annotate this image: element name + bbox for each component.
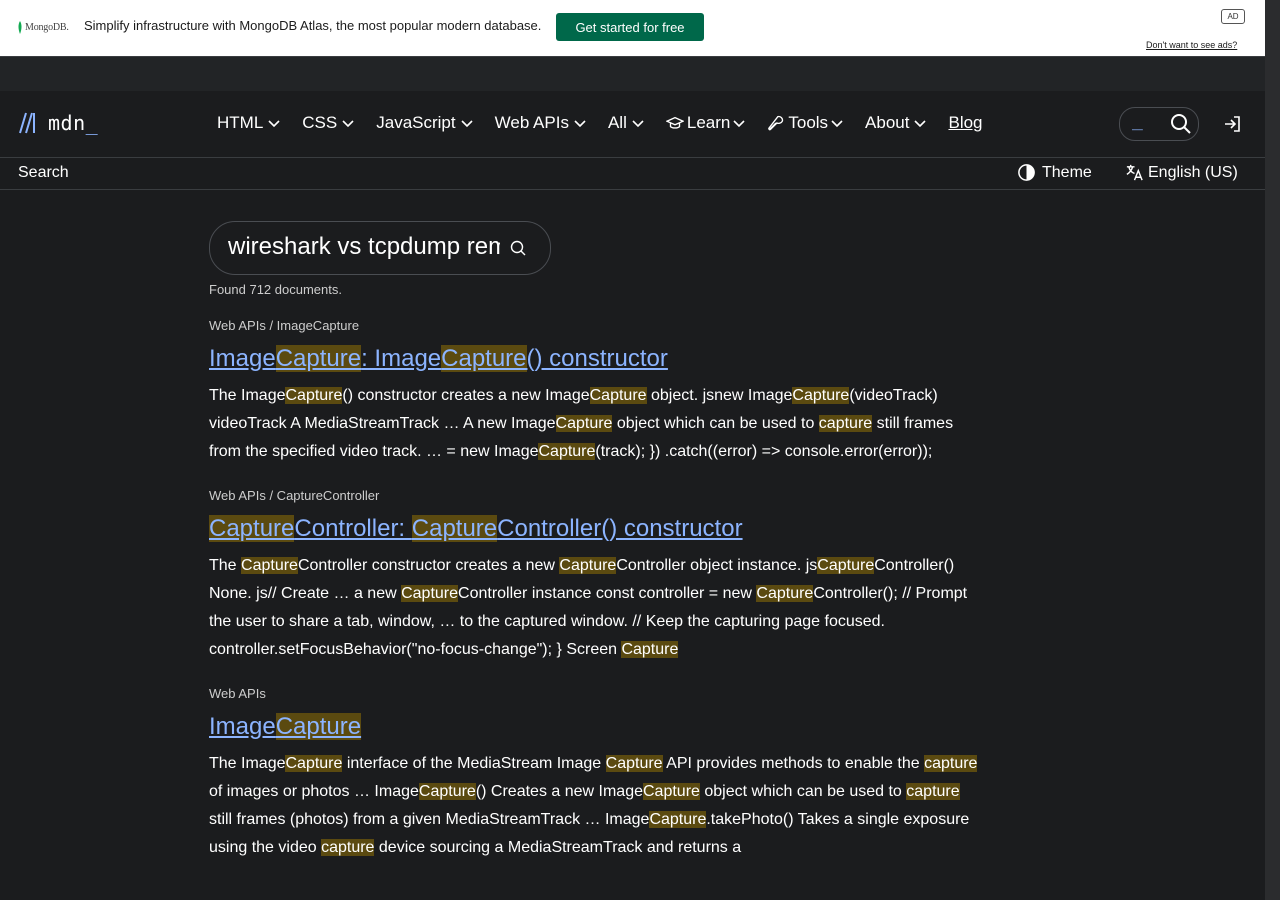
leaf-icon bbox=[18, 20, 22, 34]
highlight-term: Capture bbox=[285, 755, 343, 772]
language-label: English (US) bbox=[1148, 163, 1238, 181]
wrench-icon bbox=[768, 115, 784, 131]
mongodb-logo[interactable]: MongoDB. bbox=[17, 19, 69, 35]
search-form bbox=[209, 221, 551, 275]
chevron-down-icon bbox=[461, 120, 473, 128]
highlight-term: Capture bbox=[441, 345, 527, 372]
translate-icon bbox=[1126, 164, 1143, 181]
nav-web-apis-label: Web APIs bbox=[494, 113, 569, 132]
ad-badge: AD bbox=[1221, 9, 1245, 24]
chevron-down-icon bbox=[342, 120, 354, 128]
highlight-term: Capture bbox=[401, 585, 459, 602]
logo-text: mdn bbox=[48, 111, 86, 135]
search-results: Web APIs / ImageCapture ImageCapture: Im… bbox=[209, 318, 979, 884]
chevron-down-icon bbox=[831, 120, 843, 128]
ad-cta-button[interactable]: Get started for free bbox=[556, 13, 704, 41]
nav-blog-link[interactable]: Blog bbox=[948, 113, 982, 133]
highlight-term: Capture bbox=[817, 557, 875, 574]
nav-about-label: About bbox=[865, 113, 910, 132]
nav-html[interactable]: HTML bbox=[217, 113, 280, 133]
ad-optout-link[interactable]: Don't want to see ads? bbox=[1146, 40, 1237, 50]
chevron-down-icon bbox=[574, 120, 586, 128]
result-description: The ImageCapture() constructor creates a… bbox=[209, 387, 954, 460]
result-title-link[interactable]: CaptureController: CaptureController() c… bbox=[209, 514, 979, 544]
highlight-term: Capture bbox=[555, 415, 613, 432]
sub-navigation: Search Theme English (US) bbox=[0, 157, 1265, 190]
nav-javascript[interactable]: JavaScript bbox=[376, 113, 473, 133]
chevron-down-icon bbox=[733, 120, 745, 128]
main-nav: HTML CSS JavaScript Web APIs All Learn T… bbox=[217, 113, 983, 133]
nav-tools-label: Tools bbox=[788, 113, 829, 132]
result-breadcrumb: Web APIs / CaptureController bbox=[209, 488, 380, 503]
nav-all[interactable]: All bbox=[608, 113, 644, 133]
highlight-term: Capture bbox=[649, 811, 707, 828]
result-title-link[interactable]: ImageCapture: ImageCapture() constructor bbox=[209, 344, 979, 374]
ad-text: Simplify infrastructure with MongoDB Atl… bbox=[84, 18, 542, 33]
theme-button[interactable]: Theme bbox=[1017, 163, 1092, 182]
page-scrollbar[interactable] bbox=[1265, 0, 1280, 900]
nav-javascript-label: JavaScript bbox=[376, 113, 456, 132]
highlight-term: Capture bbox=[589, 387, 647, 404]
mdn-m-icon bbox=[19, 112, 35, 134]
login-icon[interactable] bbox=[1222, 114, 1242, 134]
highlight-term: Capture bbox=[792, 387, 850, 404]
chevron-down-icon bbox=[268, 120, 280, 128]
highlight-term: capture bbox=[906, 783, 960, 800]
highlight-term: Capture bbox=[621, 641, 679, 658]
ad-banner: MongoDB. Simplify infrastructure with Mo… bbox=[0, 0, 1265, 56]
search-input[interactable] bbox=[228, 232, 500, 262]
theme-label: Theme bbox=[1042, 163, 1092, 181]
highlight-term: Capture bbox=[209, 515, 295, 542]
result-breadcrumb: Web APIs bbox=[209, 686, 266, 701]
highlight-term: Capture bbox=[241, 557, 298, 574]
search-shortcut-hint: _ bbox=[1132, 110, 1143, 131]
nav-all-label: All bbox=[607, 113, 627, 132]
highlight-term: capture bbox=[818, 415, 873, 432]
highlight-term: Capture bbox=[538, 443, 596, 460]
language-button[interactable]: English (US) bbox=[1125, 163, 1238, 182]
search-result: Web APIs / CaptureController CaptureCont… bbox=[209, 488, 979, 664]
chevron-down-icon bbox=[632, 120, 644, 128]
result-title-link[interactable]: ImageCapture bbox=[209, 712, 979, 742]
results-count: Found 712 documents. bbox=[209, 282, 342, 297]
highlight-term: Capture bbox=[285, 387, 343, 404]
mdn-logo[interactable]: mdn_ bbox=[18, 111, 98, 135]
nav-html-label: HTML bbox=[217, 113, 264, 132]
nav-web-apis[interactable]: Web APIs bbox=[495, 113, 586, 133]
highlight-term: Capture bbox=[605, 755, 663, 772]
nav-about[interactable]: About bbox=[865, 113, 927, 133]
result-description: The CaptureController constructor create… bbox=[209, 557, 968, 658]
ad-brand: MongoDB. bbox=[25, 21, 69, 33]
nav-tools[interactable]: Tools bbox=[767, 113, 843, 133]
highlight-term: Capture bbox=[559, 557, 617, 574]
logo-cursor: _ bbox=[85, 111, 99, 135]
highlight-term: Capture bbox=[756, 585, 814, 602]
header-band bbox=[0, 56, 1265, 92]
nav-css[interactable]: CSS bbox=[302, 113, 354, 133]
nav-learn-label: Learn bbox=[686, 113, 731, 132]
breadcrumb: Search bbox=[18, 164, 69, 181]
nav-css-label: CSS bbox=[302, 113, 338, 132]
highlight-term: Capture bbox=[643, 783, 700, 800]
top-navigation: mdn_ HTML CSS JavaScript Web APIs All Le… bbox=[0, 91, 1265, 157]
result-breadcrumb: Web APIs / ImageCapture bbox=[209, 318, 360, 333]
result-description: The ImageCapture interface of the MediaS… bbox=[209, 755, 978, 856]
highlight-term: capture bbox=[924, 755, 978, 772]
search-icon bbox=[1171, 114, 1191, 134]
graduation-cap-icon bbox=[665, 116, 684, 129]
highlight-term: Capture bbox=[275, 345, 362, 372]
search-result: Web APIs / ImageCapture ImageCapture: Im… bbox=[209, 318, 979, 466]
chevron-down-icon bbox=[914, 120, 927, 128]
highlight-term: capture bbox=[321, 839, 375, 856]
header-search-button[interactable]: _ bbox=[1119, 107, 1199, 141]
search-icon[interactable] bbox=[510, 240, 526, 256]
highlight-term: Capture bbox=[411, 515, 498, 542]
highlight-term: Capture bbox=[418, 783, 476, 800]
search-result: Web APIs ImageCapture The ImageCapture i… bbox=[209, 686, 979, 862]
nav-learn[interactable]: Learn bbox=[665, 113, 745, 133]
theme-icon bbox=[1018, 164, 1035, 181]
highlight-term: Capture bbox=[275, 713, 362, 740]
